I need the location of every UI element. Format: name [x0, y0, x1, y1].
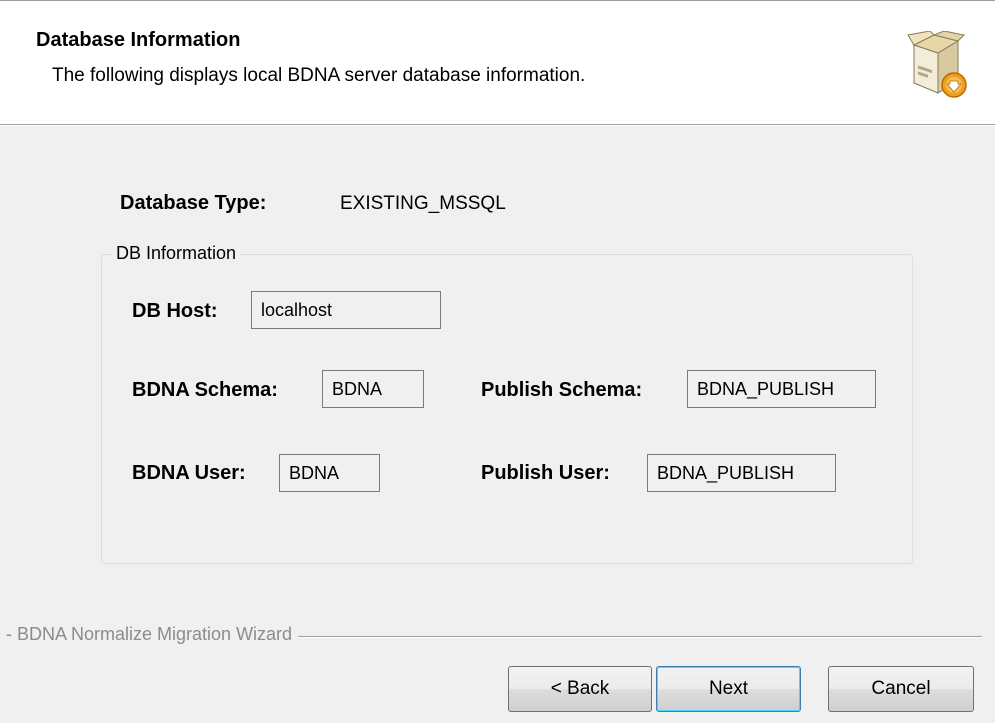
- back-button[interactable]: < Back: [508, 666, 652, 712]
- software-box-install-icon: [907, 31, 967, 98]
- database-type-value: EXISTING_MSSQL: [340, 193, 506, 214]
- bdna-user-label: BDNA User:: [132, 462, 246, 484]
- db-information-groupbox: [101, 254, 913, 564]
- wizard-name-label: - BDNA Normalize Migration Wizard: [6, 624, 299, 645]
- publish-user-field[interactable]: BDNA_PUBLISH: [647, 454, 836, 492]
- bdna-schema-label: BDNA Schema:: [132, 379, 278, 401]
- bdna-schema-field[interactable]: BDNA: [322, 370, 424, 408]
- page-title: Database Information: [36, 29, 241, 51]
- publish-schema-label: Publish Schema:: [481, 379, 643, 401]
- publish-schema-field[interactable]: BDNA_PUBLISH: [687, 370, 876, 408]
- db-information-group-label: DB Information: [112, 243, 241, 264]
- publish-user-label: Publish User:: [481, 462, 610, 484]
- next-button[interactable]: Next: [656, 666, 801, 712]
- page-subtitle: The following displays local BDNA server…: [52, 65, 586, 86]
- database-type-label: Database Type:: [120, 192, 267, 214]
- db-host-field[interactable]: localhost: [251, 291, 441, 329]
- header-separator: [0, 124, 995, 126]
- cancel-button[interactable]: Cancel: [828, 666, 974, 712]
- bdna-user-field[interactable]: BDNA: [279, 454, 380, 492]
- db-host-label: DB Host:: [132, 300, 218, 322]
- wizard-header: Database Information The following displ…: [0, 0, 995, 124]
